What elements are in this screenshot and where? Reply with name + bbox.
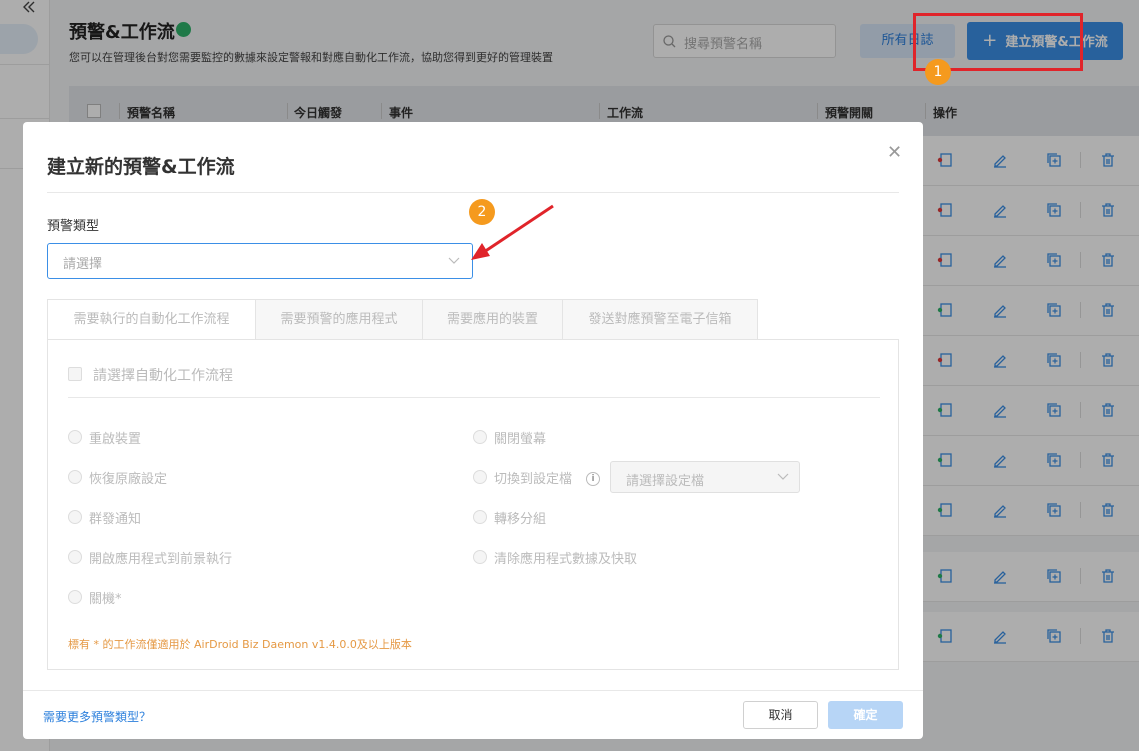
annotation-arrow xyxy=(471,204,554,260)
